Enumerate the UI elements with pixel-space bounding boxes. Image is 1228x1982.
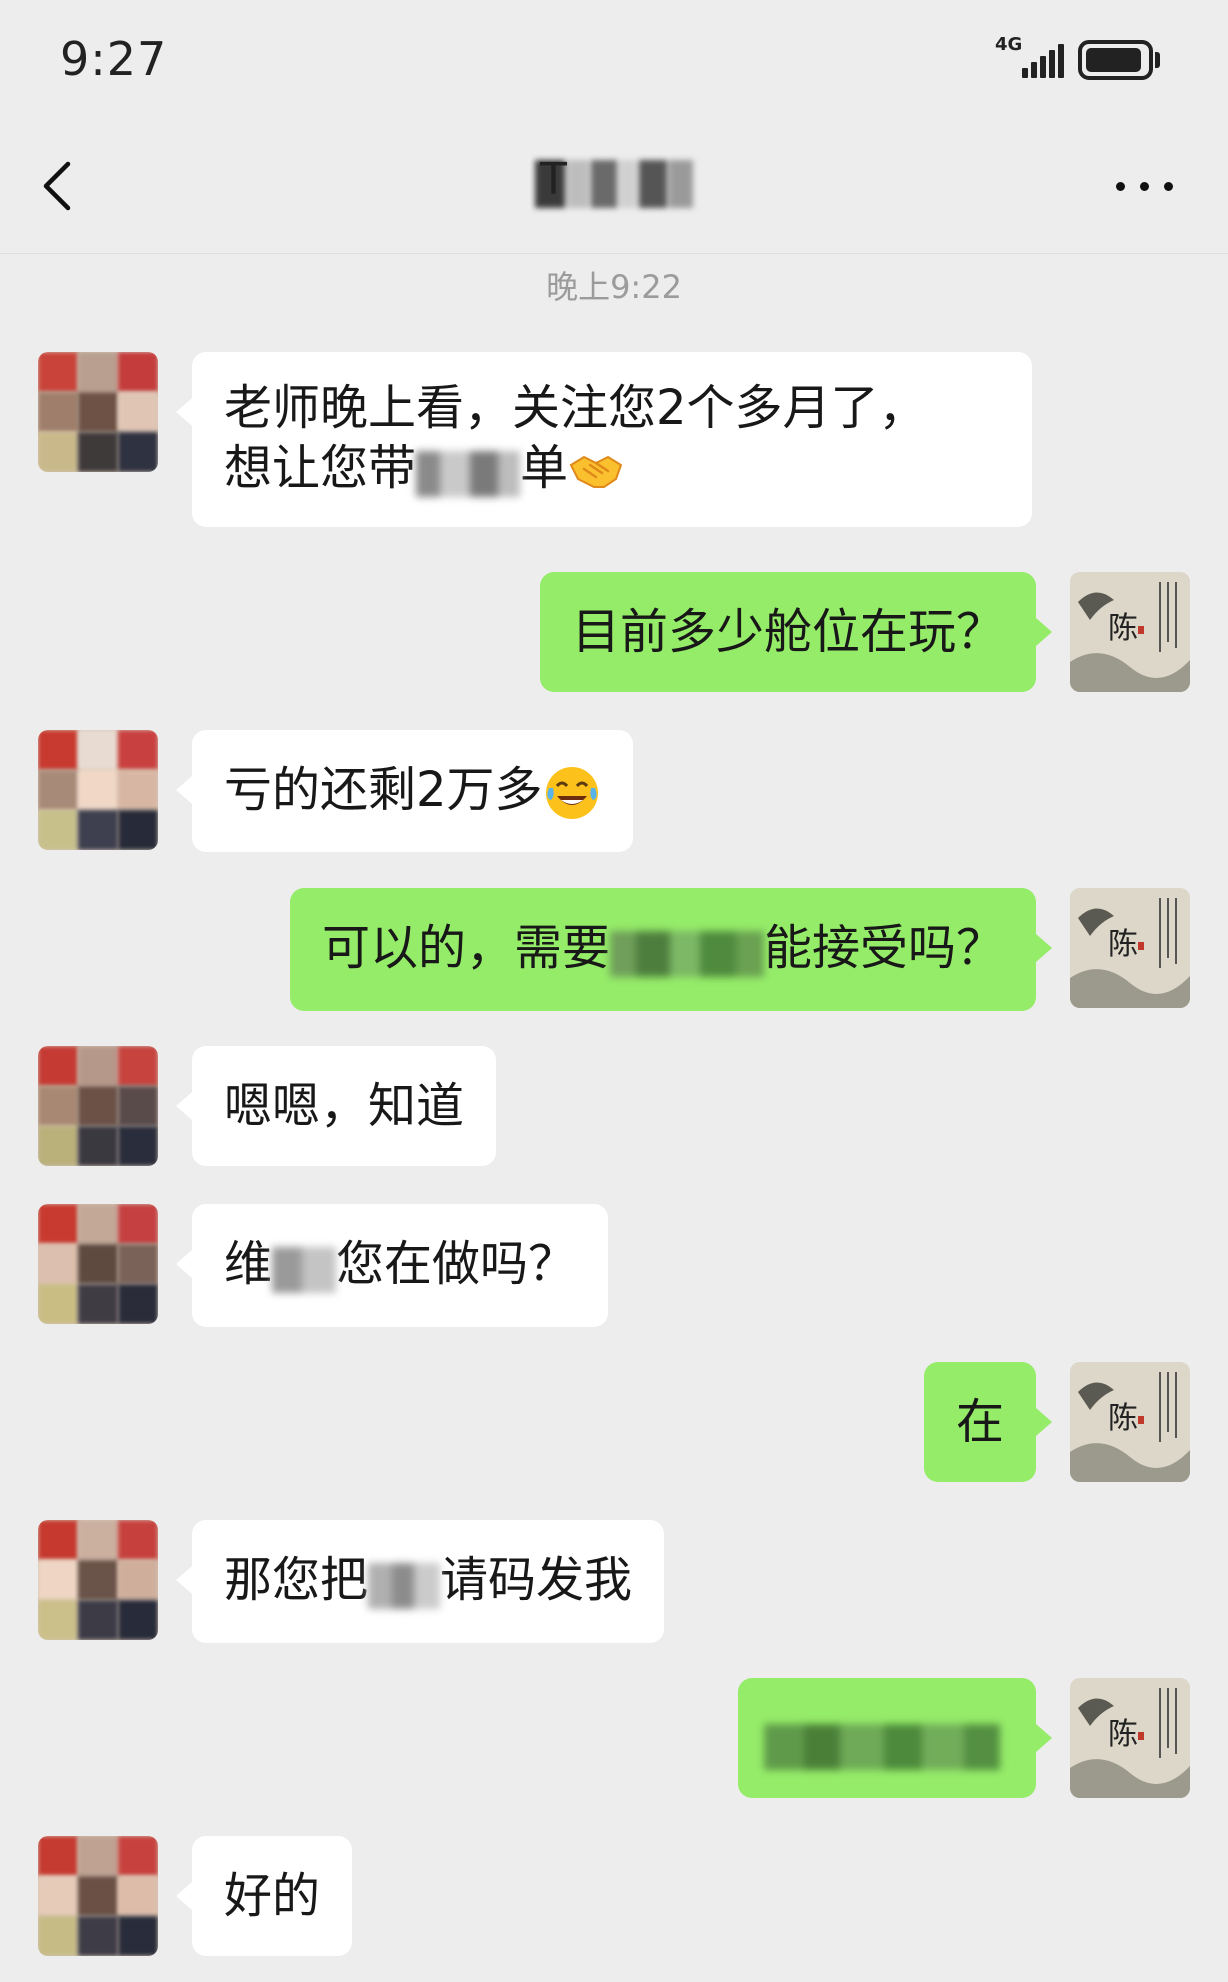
contact-avatar[interactable] bbox=[38, 1836, 158, 1956]
message-row: 陈 bbox=[0, 1678, 1228, 1804]
my-avatar[interactable]: 陈 bbox=[1070, 888, 1190, 1008]
message-text: 那您把 bbox=[224, 1552, 369, 1608]
my-avatar[interactable]: 陈 bbox=[1070, 572, 1190, 692]
message-text: 请码发我 bbox=[440, 1552, 633, 1608]
message-text: 老师晚上看，关注您2个多月了， bbox=[224, 380, 927, 436]
message-text: 目前多少舱位在玩？ bbox=[571, 604, 1004, 660]
svg-text:陈: 陈 bbox=[1108, 927, 1138, 962]
chat-title-visible-char: T bbox=[540, 154, 567, 205]
network-type: 4G bbox=[995, 34, 1023, 55]
contact-avatar[interactable] bbox=[38, 1204, 158, 1324]
outgoing-message-bubble[interactable]: 在 bbox=[923, 1362, 1053, 1482]
message-row: 可以的，需要 能接受吗？ 陈 bbox=[0, 888, 1228, 1014]
outgoing-message-bubble[interactable]: 目前多少舱位在玩？ bbox=[539, 572, 1053, 692]
contact-avatar[interactable] bbox=[38, 1520, 158, 1640]
outgoing-message-bubble[interactable] bbox=[738, 1678, 1052, 1798]
svg-text:陈: 陈 bbox=[1108, 1717, 1138, 1752]
incoming-message-bubble[interactable]: 那您把 请码发我 bbox=[175, 1520, 665, 1643]
message-row: 在 陈 bbox=[0, 1362, 1228, 1488]
status-bar: 9:27 4G bbox=[0, 0, 1228, 120]
chevron-left-icon[interactable] bbox=[30, 156, 90, 216]
battery-icon bbox=[1078, 40, 1153, 80]
message-text-line2: 想让您带 单 bbox=[224, 438, 1000, 501]
ink-painting-avatar-icon: 陈 bbox=[1070, 572, 1190, 692]
message-text: 好的 bbox=[224, 1868, 321, 1924]
contact-avatar[interactable] bbox=[38, 352, 158, 472]
redacted-text bbox=[609, 921, 764, 981]
signal-bars-icon bbox=[1022, 44, 1064, 78]
message-text: 亏的还剩2万多 bbox=[224, 762, 543, 818]
message-timestamp: 晚上9:22 bbox=[546, 268, 682, 306]
message-text: 在 bbox=[955, 1394, 1004, 1450]
message-row: 老师晚上看，关注您2个多月了， 想让您带 单 bbox=[0, 352, 1228, 542]
status-time: 9:27 bbox=[60, 32, 168, 86]
redacted-text bbox=[272, 1237, 337, 1297]
message-row: 维 您在做吗？ bbox=[0, 1204, 1228, 1330]
redacted-text bbox=[764, 1714, 1000, 1774]
message-text: 您在做吗？ bbox=[336, 1236, 577, 1292]
message-row: 好的 bbox=[0, 1836, 1228, 1962]
my-avatar[interactable]: 陈 bbox=[1070, 1678, 1190, 1798]
message-row: 那您把 请码发我 bbox=[0, 1520, 1228, 1646]
more-dots-icon[interactable] bbox=[1110, 160, 1180, 210]
svg-text:陈: 陈 bbox=[1108, 1401, 1138, 1436]
chat-header bbox=[0, 120, 1228, 254]
incoming-message-bubble[interactable]: 老师晚上看，关注您2个多月了， 想让您带 单 bbox=[176, 352, 1032, 527]
ink-painting-avatar-icon: 陈 bbox=[1070, 1362, 1190, 1482]
incoming-message-bubble[interactable]: 好的 bbox=[175, 1836, 353, 1956]
message-text: 可以的，需要 bbox=[321, 920, 610, 976]
contact-avatar[interactable] bbox=[38, 730, 158, 850]
outgoing-message-bubble[interactable]: 可以的，需要 能接受吗？ bbox=[289, 888, 1053, 1011]
incoming-message-bubble[interactable]: 亏的还剩2万多 bbox=[176, 730, 633, 852]
contact-avatar[interactable] bbox=[38, 1046, 158, 1166]
message-row: 嗯嗯，知道 bbox=[0, 1046, 1228, 1172]
ink-painting-avatar-icon: 陈 bbox=[1070, 888, 1190, 1008]
redacted-text bbox=[368, 1553, 441, 1613]
my-avatar[interactable]: 陈 bbox=[1070, 1362, 1190, 1482]
message-text: 单 bbox=[520, 440, 569, 496]
message-text: 嗯嗯，知道 bbox=[224, 1078, 465, 1134]
message-row: 亏的还剩2万多 bbox=[0, 730, 1228, 856]
message-text: 想让您带 bbox=[224, 440, 417, 496]
redacted-text bbox=[416, 441, 521, 501]
message-text: 维 bbox=[224, 1236, 273, 1292]
incoming-message-bubble[interactable]: 维 您在做吗？ bbox=[175, 1204, 609, 1327]
battery-tip bbox=[1155, 52, 1160, 68]
message-row: 目前多少舱位在玩？ 陈 bbox=[0, 572, 1228, 698]
handshake-emoji-icon bbox=[569, 455, 623, 488]
incoming-message-bubble[interactable]: 嗯嗯，知道 bbox=[175, 1046, 497, 1166]
svg-text:陈: 陈 bbox=[1108, 611, 1138, 646]
message-text: 能接受吗？ bbox=[763, 920, 1004, 976]
ink-painting-avatar-icon: 陈 bbox=[1070, 1678, 1190, 1798]
tears-of-joy-emoji-icon bbox=[545, 767, 598, 819]
